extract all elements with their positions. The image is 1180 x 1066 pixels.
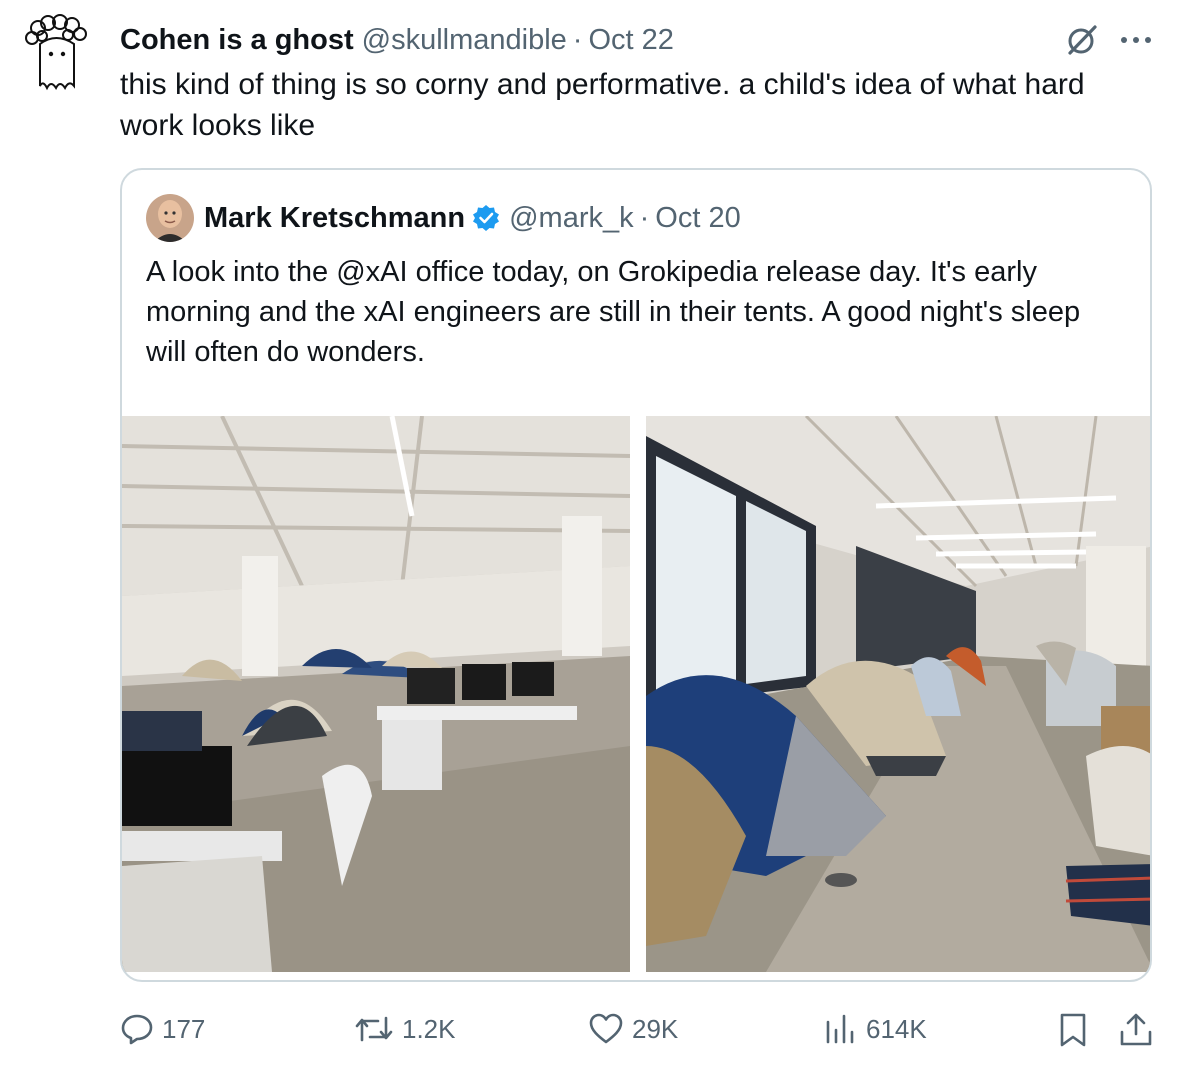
grok-button[interactable] — [1064, 22, 1100, 58]
more-icon — [1121, 37, 1151, 43]
verified-badge-icon[interactable] — [471, 203, 501, 233]
photo-office-tents-left[interactable] — [122, 416, 630, 972]
ghost-avatar-icon — [25, 14, 87, 91]
repost-count: 1.2K — [402, 1013, 456, 1044]
bookmark-icon — [1060, 1013, 1086, 1047]
view-count: 614K — [866, 1013, 927, 1044]
like-count: 29K — [632, 1013, 679, 1044]
repost-icon — [355, 1016, 393, 1042]
quoted-author-avatar[interactable] — [146, 194, 194, 242]
repost-button[interactable]: 1.2K — [354, 1012, 456, 1046]
quoted-header: Mark Kretschmann @mark_k · Oct 20 — [204, 198, 741, 238]
quoted-text: A look into the @xAI office today, on Gr… — [146, 256, 1081, 368]
action-bar: 177 1.2K 29K 614K — [0, 1004, 1180, 1056]
photo-office-tents-right[interactable] — [646, 416, 1150, 972]
more-button[interactable] — [1116, 22, 1156, 58]
author-avatar[interactable] — [22, 14, 92, 96]
author-name[interactable]: Cohen is a ghost — [120, 24, 354, 57]
quoted-date[interactable]: Oct 20 — [655, 202, 740, 235]
share-button[interactable] — [1118, 1012, 1162, 1048]
reply-count: 177 — [162, 1013, 206, 1044]
like-icon — [589, 1013, 623, 1044]
tweet-text: this kind of thing is so corny and perfo… — [120, 68, 1085, 142]
separator: · — [639, 201, 650, 234]
grok-icon — [1068, 25, 1097, 55]
quoted-author-handle[interactable]: @mark_k — [509, 202, 634, 235]
reply-icon — [121, 1014, 153, 1045]
tweet-date[interactable]: Oct 22 — [588, 24, 673, 57]
person-avatar-icon — [146, 194, 194, 242]
views-icon — [826, 1014, 854, 1044]
share-icon — [1120, 1013, 1152, 1046]
author-handle[interactable]: @skullmandible — [362, 24, 567, 57]
quoted-tweet[interactable]: Mark Kretschmann @mark_k · Oct 20 A look… — [120, 168, 1152, 982]
reply-button[interactable]: 177 — [120, 1012, 205, 1046]
views-button[interactable]: 614K — [822, 1012, 927, 1046]
quoted-author-name[interactable]: Mark Kretschmann — [204, 202, 465, 235]
bookmark-button[interactable] — [1056, 1012, 1098, 1048]
separator: · — [572, 23, 583, 56]
like-button[interactable]: 29K — [588, 1012, 678, 1046]
tweet-header: Cohen is a ghost @skullmandible · Oct 22 — [120, 22, 674, 58]
